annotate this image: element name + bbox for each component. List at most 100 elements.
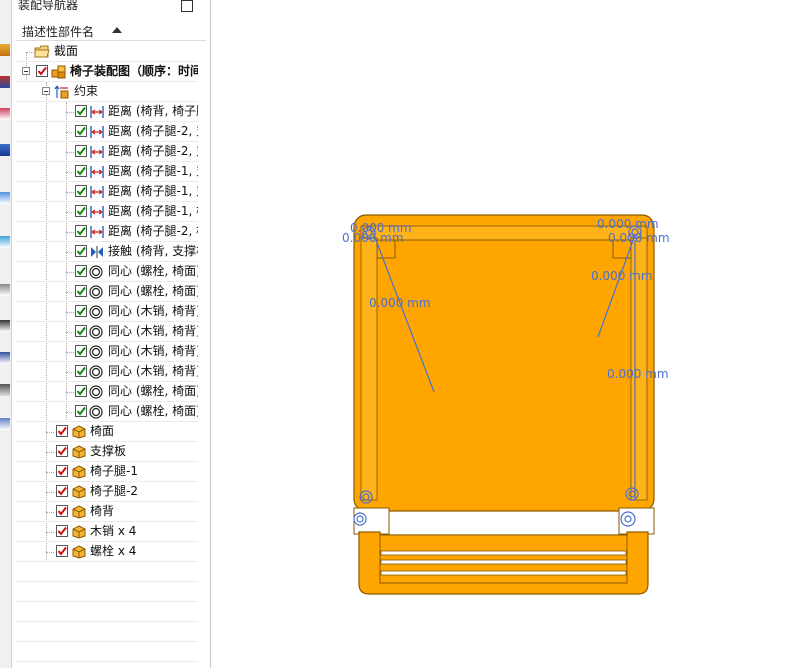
- clock-icon[interactable]: [0, 284, 10, 296]
- chair-model-view[interactable]: 0.000 mm 0.000 mm 0.000 mm 0.000 mm 0.00…: [211, 0, 785, 668]
- checkmark-icon: [57, 466, 67, 476]
- dimension-label[interactable]: 0.000 mm: [597, 217, 659, 231]
- dimension-label[interactable]: 0.000 mm: [369, 296, 431, 310]
- visibility-checkbox[interactable]: [75, 125, 87, 137]
- browser-icon[interactable]: [0, 418, 10, 430]
- dimension-label[interactable]: 0.000 mm: [607, 367, 669, 381]
- tree-row-constraint[interactable]: 同心 (木销, 椅背): [16, 342, 198, 362]
- constraint-label: 接触 (椅背, 支撑板: [108, 244, 198, 258]
- constraint-tool-icon[interactable]: [0, 108, 10, 120]
- dimension-label[interactable]: 0.000 mm: [591, 269, 653, 283]
- assembly-tool-icon[interactable]: [0, 44, 10, 56]
- collapse-assembly-toggle[interactable]: [22, 67, 30, 75]
- maximize-panel-button[interactable]: [181, 0, 193, 12]
- checkmark-icon: [76, 246, 86, 256]
- tree-row-constraint[interactable]: 同心 (木销, 椅背): [16, 362, 198, 382]
- checkmark-icon: [76, 326, 86, 336]
- visibility-checkbox[interactable]: [56, 485, 68, 497]
- visibility-checkbox[interactable]: [75, 105, 87, 117]
- visibility-checkbox[interactable]: [75, 245, 87, 257]
- tree-row-constraint[interactable]: 同心 (木销, 椅背): [16, 302, 198, 322]
- visibility-checkbox[interactable]: [75, 145, 87, 157]
- concentric-constraint-icon: [89, 405, 103, 419]
- tree-row-assembly[interactable]: 椅子装配图（顺序：时间: [16, 62, 198, 82]
- column-header[interactable]: 描述性部件名: [16, 22, 206, 41]
- seat-slot-2: [380, 559, 627, 565]
- tree-row-constraint[interactable]: 同心 (螺栓, 椅面): [16, 382, 198, 402]
- visibility-checkbox[interactable]: [75, 305, 87, 317]
- visibility-checkbox[interactable]: [56, 465, 68, 477]
- dimension-label[interactable]: 0.000 mm: [608, 231, 670, 245]
- visibility-checkbox[interactable]: [56, 545, 68, 557]
- visibility-checkbox[interactable]: [75, 285, 87, 297]
- tree-row-component[interactable]: 螺栓 x 4: [16, 542, 198, 562]
- tree-row-constraint[interactable]: 距离 (椅子腿-1, 支: [16, 182, 198, 202]
- explode-icon[interactable]: [0, 352, 10, 364]
- tree-row-section[interactable]: 截面: [16, 42, 198, 62]
- graphics-viewport[interactable]: 0.000 mm 0.000 mm 0.000 mm 0.000 mm 0.00…: [211, 0, 785, 668]
- visibility-checkbox[interactable]: [75, 185, 87, 197]
- tree-row-constraint[interactable]: 同心 (螺栓, 椅面): [16, 402, 198, 422]
- distance-constraint-icon: [90, 126, 104, 138]
- visibility-checkbox[interactable]: [75, 325, 87, 337]
- visibility-checkbox[interactable]: [75, 165, 87, 177]
- folder-icon: [34, 45, 50, 58]
- collapse-constraints-toggle[interactable]: [42, 87, 50, 95]
- tree-row-constraint[interactable]: 接触 (椅背, 支撑板: [16, 242, 198, 262]
- concentric-constraint-icon: [89, 285, 103, 299]
- chair-left-leg[interactable]: [360, 237, 378, 501]
- constraint-label: 同心 (螺栓, 椅面): [108, 404, 198, 418]
- visibility-checkbox[interactable]: [75, 365, 87, 377]
- distance-constraint-icon: [90, 206, 104, 218]
- sort-ascending-icon[interactable]: [112, 27, 122, 33]
- visibility-checkbox[interactable]: [75, 225, 87, 237]
- component-icon: [72, 485, 86, 499]
- tree-row-component[interactable]: 椅子腿-2: [16, 482, 198, 502]
- tree-row-constraint[interactable]: 同心 (螺栓, 椅面): [16, 262, 198, 282]
- wave-link-icon[interactable]: [0, 192, 10, 204]
- add-component-icon[interactable]: [0, 76, 10, 88]
- tree-row-constraint[interactable]: 距离 (椅子腿-1, 支: [16, 162, 198, 182]
- checkmark-icon: [57, 486, 67, 496]
- visibility-checkbox[interactable]: [75, 385, 87, 397]
- visibility-checkbox[interactable]: [56, 425, 68, 437]
- visibility-checkbox[interactable]: [56, 525, 68, 537]
- visibility-checkbox[interactable]: [75, 345, 87, 357]
- tree-row-empty: [16, 642, 198, 662]
- distance-constraint-icon: [90, 146, 104, 158]
- tree-row-constraint[interactable]: 同心 (木销, 椅背): [16, 322, 198, 342]
- concentric-constraint-icon: [89, 325, 103, 339]
- tree-row-component[interactable]: 椅面: [16, 422, 198, 442]
- tree-row-component[interactable]: 椅背: [16, 502, 198, 522]
- visibility-checkbox[interactable]: [75, 265, 87, 277]
- checkmark-icon: [76, 166, 86, 176]
- tree-row-constraint[interactable]: 距离 (椅子腿-2, 支: [16, 122, 198, 142]
- tree-row-component[interactable]: 支撑板: [16, 442, 198, 462]
- arrangement-icon[interactable]: [0, 236, 10, 248]
- dimension-label[interactable]: 0.000 mm: [342, 231, 404, 245]
- visibility-checkbox[interactable]: [75, 205, 87, 217]
- column-header-label: 描述性部件名: [22, 25, 95, 39]
- move-component-icon[interactable]: [0, 144, 10, 156]
- concentric-constraint-icon: [89, 345, 103, 359]
- tree-row-constraint[interactable]: 距离 (椅背, 椅子腿: [16, 102, 198, 122]
- visibility-checkbox[interactable]: [75, 405, 87, 417]
- tree-row-constraint[interactable]: 距离 (椅子腿-2, 椅: [16, 222, 198, 242]
- tree-row-constraint[interactable]: 距离 (椅子腿-1, 椅: [16, 202, 198, 222]
- chair-back-panel[interactable]: [353, 214, 655, 512]
- tree-row-constraint[interactable]: 距离 (椅子腿-2, 支: [16, 142, 198, 162]
- pen-tool-icon[interactable]: [0, 320, 10, 332]
- tree-row-component[interactable]: 木销 x 4: [16, 522, 198, 542]
- constraint-label: 距离 (椅子腿-2, 支: [108, 144, 198, 158]
- assembly-icon: [51, 65, 66, 79]
- tree-row-constraint[interactable]: 同心 (螺栓, 椅面): [16, 282, 198, 302]
- visibility-checkbox[interactable]: [56, 505, 68, 517]
- gear-tool-icon[interactable]: [0, 384, 10, 396]
- constraint-label: 距离 (椅子腿-2, 椅: [108, 224, 198, 238]
- visibility-checkbox[interactable]: [56, 445, 68, 457]
- checkmark-icon: [57, 446, 67, 456]
- assembly-checkbox[interactable]: [36, 65, 48, 77]
- tree-row-constraints-group[interactable]: 约束: [16, 82, 198, 102]
- assembly-navigator-panel: 装配导航器 描述性部件名 截面 椅子装配图（顺序：时间 约束 距离 (椅背, 椅…: [12, 0, 211, 668]
- tree-row-component[interactable]: 椅子腿-1: [16, 462, 198, 482]
